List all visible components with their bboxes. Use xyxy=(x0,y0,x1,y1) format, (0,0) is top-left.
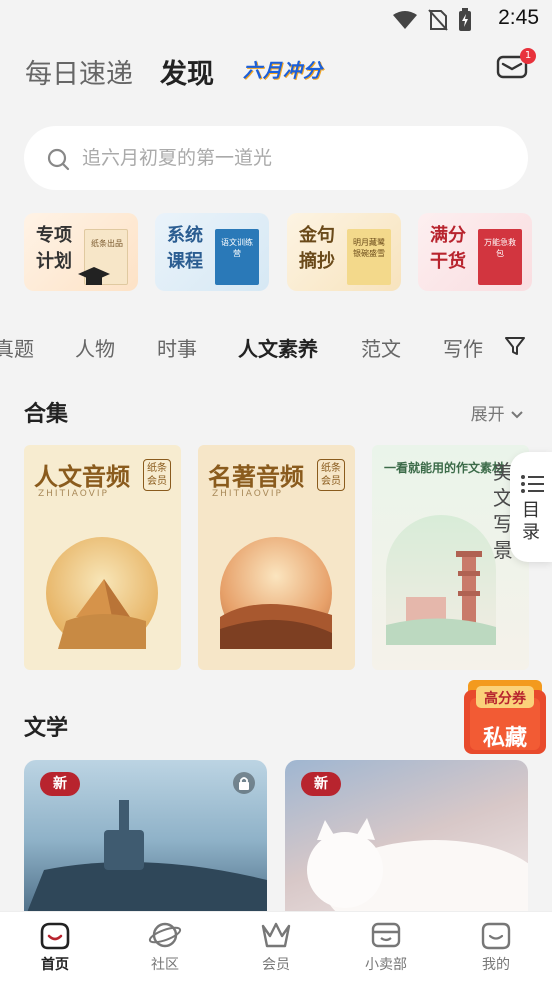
section-title-collection: 合集 xyxy=(24,401,69,427)
feature-book-text: 纸条出品 xyxy=(91,239,123,248)
tab-people[interactable]: 人物 xyxy=(75,333,115,362)
cover-title: 名著音频 xyxy=(208,462,304,491)
collection-card-writing-material[interactable]: 一看就能用的作文素材 美文写景 xyxy=(372,445,529,670)
feature-card-special-plan[interactable]: 专项计划 纸条出品 xyxy=(24,213,138,291)
feature-label: 系统课程 xyxy=(167,225,203,272)
pagoda-icon xyxy=(386,551,496,645)
status-time: 2:45 xyxy=(498,6,539,29)
search-input[interactable] xyxy=(82,142,502,174)
status-bar: 2:45 xyxy=(0,0,552,40)
mail-button[interactable]: 1 xyxy=(496,48,536,80)
lock-icon xyxy=(239,777,249,790)
home-face-icon xyxy=(40,922,70,950)
nav-community[interactable]: 社区 xyxy=(125,920,205,974)
tab-humanities[interactable]: 人文素养 xyxy=(238,333,318,362)
nav-label: 首页 xyxy=(41,957,69,973)
feature-card-system-course[interactable]: 系统课程 语文训练营 xyxy=(155,213,269,291)
category-tabs: 真题 人物 时事 人文素养 范文 写作 xyxy=(0,333,490,363)
top-header: 每日速递 发现 六月冲分 1 xyxy=(0,48,552,91)
feature-book-text: 明月藏鹭 银碗盛雪 xyxy=(353,238,385,258)
desert-icon xyxy=(220,603,332,649)
no-sim-icon xyxy=(428,9,448,31)
nav-label: 小卖部 xyxy=(365,957,407,973)
promo-line-1: 高分券 xyxy=(484,691,526,707)
feature-label: 专项计划 xyxy=(36,225,72,272)
tab-real-exams[interactable]: 真题 xyxy=(0,333,34,362)
feature-book-text: 语文训练营 xyxy=(221,238,253,258)
literature-card-cat[interactable]: 新 xyxy=(285,760,528,920)
cover-subtitle: ZHITIAOVIP xyxy=(38,489,109,499)
nav-membership[interactable]: 会员 xyxy=(236,920,316,974)
feature-label: 满分干货 xyxy=(430,225,466,272)
cover-seal: 纸条会员 xyxy=(143,459,171,491)
table-of-contents-tab[interactable]: 目录 xyxy=(510,452,552,562)
cover-title: 人文音频 xyxy=(34,462,130,491)
feature-card-full-marks[interactable]: 满分干货 万能急救包 xyxy=(418,213,532,291)
cover-illustration xyxy=(220,537,332,649)
feature-book-image: 语文训练营 xyxy=(215,229,259,285)
graduation-cap-icon xyxy=(78,267,110,285)
filter-icon[interactable] xyxy=(504,335,526,357)
feature-book-image: 明月藏鹭 银碗盛雪 xyxy=(347,229,391,285)
collection-card-humanities-audio[interactable]: 人文音频 ZHITIAOVIP 纸条会员 xyxy=(24,445,181,670)
nav-label: 会员 xyxy=(262,957,290,973)
expand-label: 展开 xyxy=(470,405,505,425)
cover-seal: 纸条会员 xyxy=(317,459,345,491)
cover-illustration xyxy=(386,515,496,645)
tab-discover[interactable]: 发现 xyxy=(160,52,214,91)
nav-home[interactable]: 首页 xyxy=(15,920,95,974)
tab-daily[interactable]: 每日速递 xyxy=(25,52,133,91)
section-title-literature: 文学 xyxy=(24,715,69,741)
chevron-down-icon xyxy=(511,411,523,419)
wifi-icon xyxy=(393,11,417,29)
new-badge: 新 xyxy=(301,772,341,796)
cover-illustration xyxy=(46,537,158,649)
battery-icon xyxy=(459,8,471,31)
collection-card-classics-audio[interactable]: 名著音频 ZHITIAOVIP 纸条会员 xyxy=(198,445,355,670)
promo-line-2: 私藏 xyxy=(482,725,527,751)
planet-icon xyxy=(148,922,182,948)
search-bar[interactable] xyxy=(24,126,528,190)
crown-icon xyxy=(261,922,291,948)
status-icons xyxy=(392,8,472,32)
feature-card-golden-quotes[interactable]: 金句摘抄 明月藏鹭 银碗盛雪 xyxy=(287,213,401,291)
feature-book-text: 万能急救包 xyxy=(484,238,516,258)
promo-banner-june[interactable]: 六月冲分 xyxy=(243,56,323,83)
expand-button[interactable]: 展开 xyxy=(471,400,524,425)
new-badge: 新 xyxy=(40,772,80,796)
floating-coupon-promo[interactable]: 高分券 私藏 xyxy=(462,670,548,758)
cover-subtitle: ZHITIAOVIP xyxy=(212,489,283,499)
tab-writing[interactable]: 写作 xyxy=(443,333,483,362)
cover-title: 一看就能用的作文素材 xyxy=(384,461,505,475)
lock-badge xyxy=(233,772,255,794)
search-icon xyxy=(47,148,70,171)
nav-shop[interactable]: 小卖部 xyxy=(346,920,426,974)
literature-card-submarine[interactable]: 新 xyxy=(24,760,267,920)
tab-model-essays[interactable]: 范文 xyxy=(361,333,401,362)
feature-label: 金句摘抄 xyxy=(299,225,335,272)
toc-label: 目录 xyxy=(522,500,540,543)
list-icon xyxy=(521,475,544,493)
nav-label: 我的 xyxy=(482,957,510,973)
feature-book-image: 万能急救包 xyxy=(478,229,522,285)
pyramid-icon xyxy=(58,579,146,649)
nav-label: 社区 xyxy=(151,957,179,973)
mail-badge: 1 xyxy=(520,48,536,64)
nav-profile[interactable]: 我的 xyxy=(456,920,536,974)
tab-current-affairs[interactable]: 时事 xyxy=(157,333,197,362)
profile-face-icon xyxy=(481,922,511,950)
shop-icon xyxy=(371,922,401,948)
bottom-navigation: 首页 社区 会员 小卖部 我的 xyxy=(0,911,552,983)
